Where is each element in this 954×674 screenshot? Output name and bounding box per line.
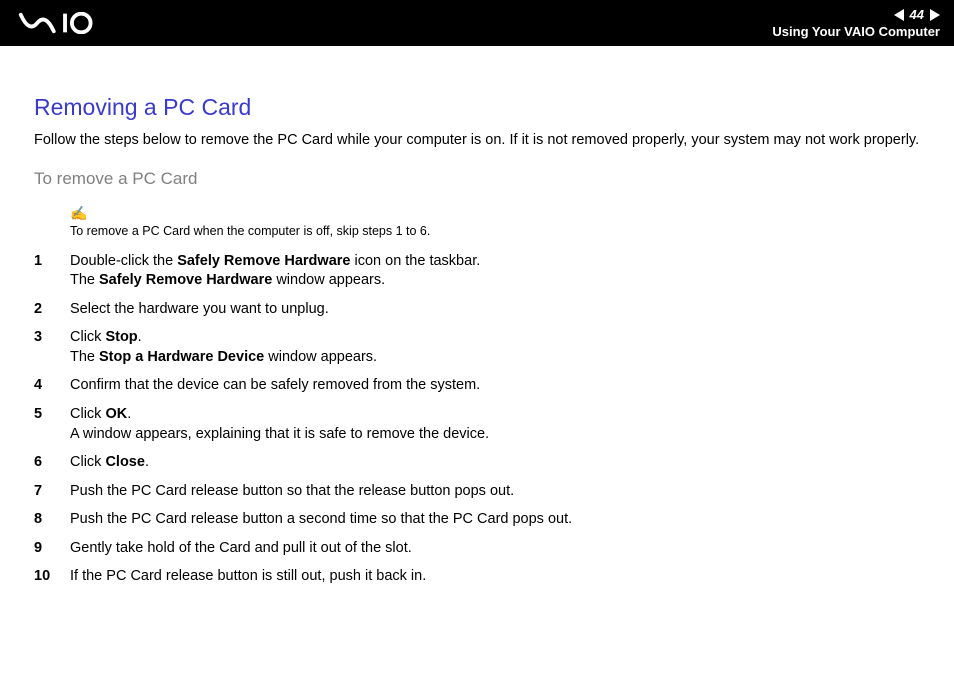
step-number: 2 xyxy=(34,300,70,320)
step-text: Push the PC Card release button so that … xyxy=(70,482,926,502)
step-text: Confirm that the device can be safely re… xyxy=(70,376,926,396)
step-item: 6Click Close. xyxy=(34,453,926,473)
step-number: 3 xyxy=(34,328,70,348)
note-icon: ✍ xyxy=(70,205,87,222)
step-text: Click OK.A window appears, explaining th… xyxy=(70,405,926,444)
header-section-title: Using Your VAIO Computer xyxy=(772,24,940,39)
step-number: 1 xyxy=(34,252,70,272)
page-content: Removing a PC Card Follow the steps belo… xyxy=(0,46,954,616)
step-item: 8Push the PC Card release button a secon… xyxy=(34,510,926,530)
step-item: 5Click OK.A window appears, explaining t… xyxy=(34,405,926,444)
step-number: 6 xyxy=(34,453,70,473)
note-block: ✍ To remove a PC Card when the computer … xyxy=(70,205,926,238)
steps-list: 1Double-click the Safely Remove Hardware… xyxy=(34,252,926,587)
step-item: 3Click Stop.The Stop a Hardware Device w… xyxy=(34,328,926,367)
main-heading: Removing a PC Card xyxy=(34,94,926,121)
step-text: Click Close. xyxy=(70,453,926,473)
step-number: 5 xyxy=(34,405,70,425)
step-item: 10If the PC Card release button is still… xyxy=(34,567,926,587)
note-text: To remove a PC Card when the computer is… xyxy=(70,224,926,238)
step-number: 4 xyxy=(34,376,70,396)
step-text: Double-click the Safely Remove Hardware … xyxy=(70,252,926,291)
page-number: 44 xyxy=(910,7,924,22)
step-item: 1Double-click the Safely Remove Hardware… xyxy=(34,252,926,291)
step-number: 10 xyxy=(34,567,70,587)
vaio-logo xyxy=(18,0,128,46)
step-number: 9 xyxy=(34,539,70,559)
header-bar: 44 Using Your VAIO Computer xyxy=(0,0,954,46)
sub-heading: To remove a PC Card xyxy=(34,169,926,189)
intro-paragraph: Follow the steps below to remove the PC … xyxy=(34,131,926,151)
header-nav: 44 Using Your VAIO Computer xyxy=(772,7,940,39)
step-number: 8 xyxy=(34,510,70,530)
step-item: 4Confirm that the device can be safely r… xyxy=(34,376,926,396)
step-item: 7Push the PC Card release button so that… xyxy=(34,482,926,502)
step-number: 7 xyxy=(34,482,70,502)
step-text: Push the PC Card release button a second… xyxy=(70,510,926,530)
next-page-arrow-icon[interactable] xyxy=(930,9,940,21)
step-text: Click Stop.The Stop a Hardware Device wi… xyxy=(70,328,926,367)
step-item: 2Select the hardware you want to unplug. xyxy=(34,300,926,320)
step-text: Select the hardware you want to unplug. xyxy=(70,300,926,320)
step-item: 9Gently take hold of the Card and pull i… xyxy=(34,539,926,559)
prev-page-arrow-icon[interactable] xyxy=(894,9,904,21)
step-text: Gently take hold of the Card and pull it… xyxy=(70,539,926,559)
step-text: If the PC Card release button is still o… xyxy=(70,567,926,587)
